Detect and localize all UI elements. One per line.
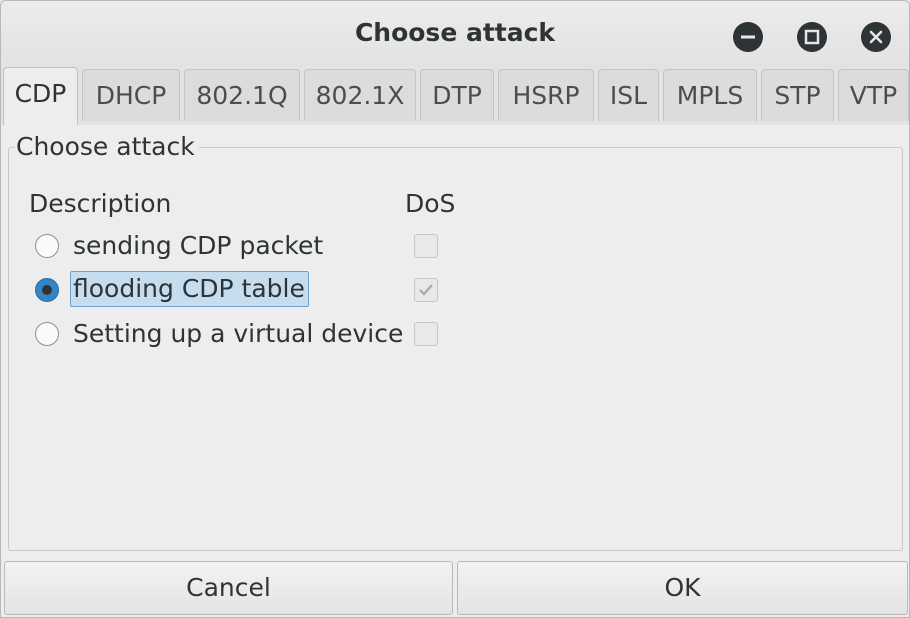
option-label-flooding-cdp-table[interactable]: flooding CDP table bbox=[70, 271, 309, 307]
tab-802-1q[interactable]: 802.1Q bbox=[184, 69, 300, 121]
minimize-icon bbox=[741, 35, 755, 39]
tab-vtp[interactable]: VTP bbox=[838, 69, 909, 121]
radio-setting-up-virtual-device[interactable] bbox=[35, 322, 59, 346]
checkmark-icon bbox=[419, 284, 433, 296]
radio-selected-dot bbox=[42, 285, 52, 295]
dos-header: DoS bbox=[405, 189, 456, 218]
tab-isl[interactable]: ISL bbox=[598, 69, 659, 121]
close-button[interactable] bbox=[861, 22, 891, 52]
tab-dtp[interactable]: DTP bbox=[420, 69, 494, 121]
close-icon bbox=[869, 30, 883, 44]
button-bar: Cancel OK bbox=[1, 559, 909, 617]
tab-mpls[interactable]: MPLS bbox=[663, 69, 757, 121]
title-bar[interactable]: Choose attack bbox=[1, 1, 909, 67]
maximize-icon bbox=[804, 29, 820, 45]
cancel-button[interactable]: Cancel bbox=[4, 561, 453, 615]
maximize-button[interactable] bbox=[797, 22, 827, 52]
minimize-button[interactable] bbox=[733, 22, 763, 52]
frame-legend: Choose attack bbox=[15, 132, 199, 161]
choose-attack-dialog: Choose attack CDP DHCP 802.1Q 802.1X DTP… bbox=[0, 0, 910, 618]
option-label-sending-cdp-packet[interactable]: sending CDP packet bbox=[73, 231, 323, 260]
tab-dhcp[interactable]: DHCP bbox=[82, 69, 180, 121]
radio-flooding-cdp-table[interactable] bbox=[35, 278, 59, 302]
dos-checkbox-sending-cdp-packet bbox=[414, 234, 438, 258]
radio-sending-cdp-packet[interactable] bbox=[35, 234, 59, 258]
ok-button[interactable]: OK bbox=[457, 561, 908, 615]
tab-content-cdp: Choose attack Description DoS sending CD… bbox=[1, 125, 909, 559]
option-label-setting-up-virtual-device[interactable]: Setting up a virtual device bbox=[73, 319, 403, 348]
window-title: Choose attack bbox=[354, 18, 556, 47]
dos-checkbox-flooding-cdp-table bbox=[414, 278, 438, 302]
description-header: Description bbox=[29, 189, 172, 218]
tab-cdp[interactable]: CDP bbox=[3, 67, 78, 125]
tab-802-1x[interactable]: 802.1X bbox=[304, 69, 416, 121]
attack-tabs: CDP DHCP 802.1Q 802.1X DTP HSRP ISL MPLS… bbox=[1, 67, 909, 125]
dos-checkbox-setting-up-virtual-device bbox=[414, 322, 438, 346]
tab-hsrp[interactable]: HSRP bbox=[498, 69, 594, 121]
tab-stp[interactable]: STP bbox=[761, 69, 834, 121]
